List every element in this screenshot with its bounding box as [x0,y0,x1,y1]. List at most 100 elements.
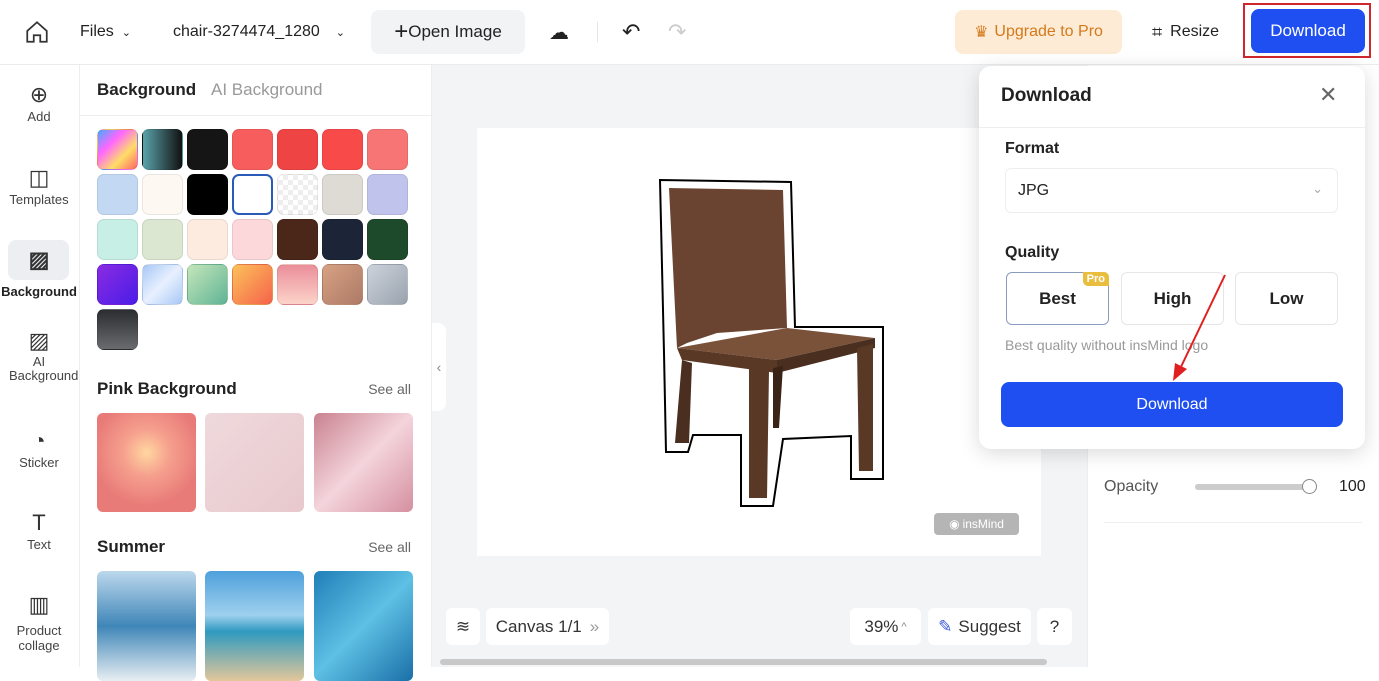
redo-icon[interactable]: ↷ [668,10,686,54]
home-icon[interactable] [24,10,50,54]
summer-thumb-pool[interactable] [314,571,413,681]
divider [1104,522,1362,523]
chair-image[interactable] [477,128,1041,556]
zoom-button[interactable]: 39% ^ [850,608,921,645]
filename-menu[interactable]: chair-3274474_1280 ⌄ [173,10,345,54]
rail-item-add[interactable]: ⊕ Add [0,81,78,124]
swatch[interactable] [232,219,273,260]
pink-thumb-flowers[interactable] [205,413,304,512]
undo-icon[interactable]: ↶ [622,10,640,54]
chair-leg [749,368,769,498]
swatch[interactable] [187,264,228,305]
swatch[interactable] [187,174,228,215]
watermark-text: insMind [962,517,1004,531]
collapse-panel-button[interactable]: ‹ [432,323,446,411]
canvas[interactable]: ◉ insMind [477,128,1041,556]
divider [979,127,1365,128]
download-top-button[interactable]: Download [1251,9,1365,53]
rail-item-text[interactable]: T Text [0,509,78,552]
summer-thumb-sea[interactable] [97,571,196,681]
swatch[interactable] [277,174,318,215]
suggest-button[interactable]: ✎ Suggest [928,608,1031,645]
watermark-logo-icon: ◉ [949,517,960,531]
pink-thumb-heart[interactable] [97,413,196,512]
swatch[interactable] [142,264,183,305]
text-icon: T [32,510,46,535]
slider-handle[interactable] [1302,479,1317,494]
rail-item-background[interactable]: ▨ Background [0,246,78,299]
swatch[interactable] [187,219,228,260]
swatch[interactable] [142,174,183,215]
resize-button[interactable]: ⌗ Resize [1152,10,1219,54]
close-icon[interactable]: ✕ [1319,82,1337,108]
rail-item-sticker[interactable]: ◔ Sticker [0,427,78,470]
canvas-pages-button[interactable]: Canvas 1/1 » [486,608,609,645]
background-icon: ▨ [28,247,50,272]
swatch[interactable] [97,264,138,305]
swatch[interactable] [367,174,408,215]
quality-label: Best [1039,288,1076,308]
sticker-icon: ◔ [32,428,46,453]
help-button[interactable]: ? [1037,608,1072,645]
tab-background[interactable]: Background [97,80,196,100]
rail-item-templates[interactable]: ◫ Templates [0,164,78,207]
plus-icon: + [394,18,409,45]
swatch[interactable] [142,129,183,170]
swatch[interactable] [187,129,228,170]
swatch[interactable] [367,264,408,305]
pink-background-title: Pink Background [97,379,237,398]
swatch[interactable] [97,219,138,260]
upgrade-button[interactable]: ♛ Upgrade to Pro [955,10,1122,54]
suggest-icon: ✎ [938,616,953,636]
double-chevron-icon: » [589,616,600,636]
see-all-pink[interactable]: See all [368,381,411,397]
collage-icon: ▥ [28,592,50,617]
filename: chair-3274474_1280 [173,23,320,40]
rail-label: Text [27,537,51,552]
chair-back [669,188,787,348]
format-select[interactable]: JPG ⌄ [1005,168,1338,213]
left-rail: ⊕ Add ◫ Templates ▨ Background ▨ AI Backgrou… [0,65,80,667]
chevron-up-icon: ^ [901,620,907,633]
tab-ai-background[interactable]: AI Background [211,80,323,100]
download-button[interactable]: Download [1001,382,1343,427]
summer-thumb-beach[interactable] [205,571,304,681]
see-all-summer[interactable]: See all [368,539,411,555]
swatch[interactable] [367,129,408,170]
swatch[interactable] [97,309,138,350]
quality-best[interactable]: Best Pro [1006,272,1109,325]
dialog-title: Download [1001,85,1092,106]
swatch[interactable] [322,264,363,305]
swatch[interactable] [97,129,138,170]
files-label: Files [80,23,114,40]
files-menu[interactable]: Files ⌄ [80,10,131,54]
swatch[interactable] [322,129,363,170]
rail-item-product-collage[interactable]: ▥ Product collage [0,591,78,653]
open-image-button[interactable]: + Open Image [371,10,525,54]
swatch[interactable] [142,219,183,260]
swatch[interactable] [277,264,318,305]
swatch[interactable] [232,264,273,305]
swatch[interactable] [232,174,273,215]
rail-label: Add [27,109,51,124]
swatch[interactable] [367,219,408,260]
annotation-arrow-icon [1173,274,1226,381]
swatch[interactable] [97,174,138,215]
opacity-slider[interactable] [1195,479,1317,494]
cloud-save-icon[interactable]: ☁ [549,10,569,54]
suggest-label: Suggest [958,616,1021,636]
swatch[interactable] [277,129,318,170]
pink-thumb-window[interactable] [314,413,413,512]
layers-button[interactable]: ≋ [446,608,480,645]
canvas-label: Canvas 1/1 [495,616,582,636]
horizontal-scrollbar[interactable] [440,659,1047,665]
swatch[interactable] [322,219,363,260]
add-icon: ⊕ [29,82,49,107]
quality-low[interactable]: Low [1235,272,1338,325]
swatch[interactable] [322,174,363,215]
swatch[interactable] [232,129,273,170]
rail-item-ai-background[interactable]: ▨ AI Background [0,327,78,383]
chevron-down-icon: ⌄ [1312,181,1323,196]
swatch[interactable] [277,219,318,260]
watermark: ◉ insMind [934,513,1019,535]
